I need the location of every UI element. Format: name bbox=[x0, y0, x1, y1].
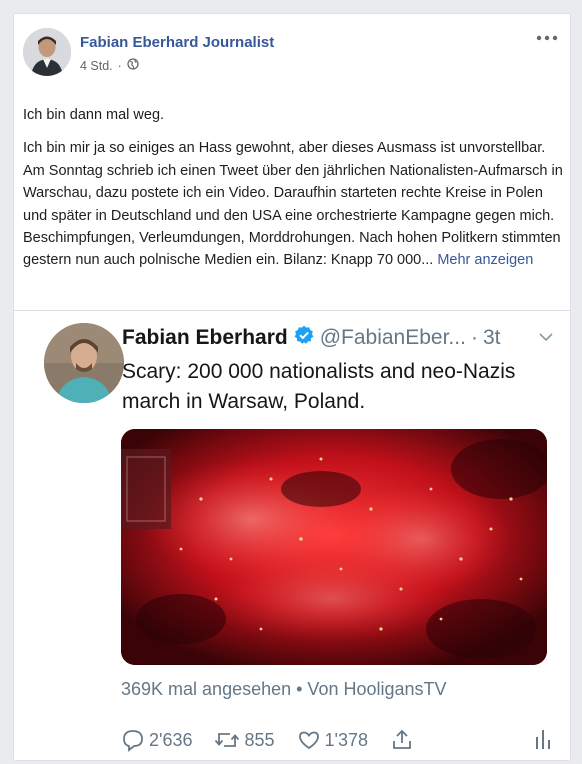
more-options-icon[interactable] bbox=[534, 28, 560, 48]
facebook-post: Fabian Eberhard Journalist 4 Std. · Ich … bbox=[13, 13, 571, 761]
see-more-link[interactable]: Mehr anzeigen bbox=[437, 252, 533, 268]
tweet-text: Scary: 200 000 nationalists and neo-Nazi… bbox=[122, 360, 516, 413]
chevron-down-icon[interactable] bbox=[538, 327, 554, 351]
post-body: Ich bin mir ja so einiges an Hass gewohn… bbox=[23, 140, 563, 269]
tweet-avatar-portrait bbox=[44, 323, 124, 403]
tweet-author-handle[interactable]: @FabianEber... bbox=[320, 326, 466, 350]
like-action[interactable]: 1'378 bbox=[297, 728, 368, 752]
post-header: Fabian Eberhard Journalist 4 Std. · bbox=[14, 14, 570, 90]
share-action[interactable] bbox=[390, 728, 414, 752]
post-meta: 4 Std. · bbox=[80, 58, 139, 73]
share-icon bbox=[390, 728, 414, 752]
author-name[interactable]: Fabian Eberhard Journalist bbox=[80, 34, 274, 51]
tweet-dot: · bbox=[470, 326, 478, 349]
reply-count: 2'636 bbox=[149, 729, 193, 750]
tweet-author-name[interactable]: Fabian Eberhard bbox=[122, 326, 288, 350]
tweet-author-avatar[interactable] bbox=[44, 323, 124, 403]
retweet-count: 855 bbox=[244, 729, 275, 750]
post-intro: Ich bin dann mal weg. bbox=[23, 107, 165, 123]
heart-icon bbox=[297, 728, 321, 752]
verified-badge-icon bbox=[294, 325, 314, 351]
like-count: 1'378 bbox=[324, 729, 369, 750]
tweet-actions: 2'636 855 1'378 bbox=[121, 725, 561, 755]
author-avatar[interactable] bbox=[23, 28, 71, 76]
post-body-paragraph: Ich bin mir ja so einiges an Hass gewohn… bbox=[23, 137, 563, 271]
retweet-icon bbox=[214, 728, 240, 752]
tweet-views: 369K mal angesehen • Von HooligansTV bbox=[121, 679, 447, 699]
reply-icon bbox=[121, 728, 145, 752]
tweet-header: Fabian Eberhard @FabianEber... · 3t bbox=[122, 325, 562, 351]
meta-separator: · bbox=[117, 58, 122, 73]
tweet-time[interactable]: 3t bbox=[483, 326, 501, 350]
flare-crowd-image bbox=[121, 429, 547, 665]
globe-icon[interactable] bbox=[127, 58, 139, 73]
tweet-video[interactable] bbox=[121, 429, 547, 665]
post-text: Ich bin dann mal weg. Ich bin mir ja so … bbox=[23, 104, 563, 272]
retweet-action[interactable]: 855 bbox=[214, 728, 275, 752]
analytics-icon[interactable] bbox=[533, 727, 553, 756]
reply-action[interactable]: 2'636 bbox=[121, 728, 192, 752]
post-timestamp[interactable]: 4 Std. bbox=[80, 59, 113, 73]
avatar-portrait bbox=[23, 28, 71, 76]
embedded-tweet[interactable]: Fabian Eberhard @FabianEber... · 3t Scar… bbox=[14, 310, 570, 760]
